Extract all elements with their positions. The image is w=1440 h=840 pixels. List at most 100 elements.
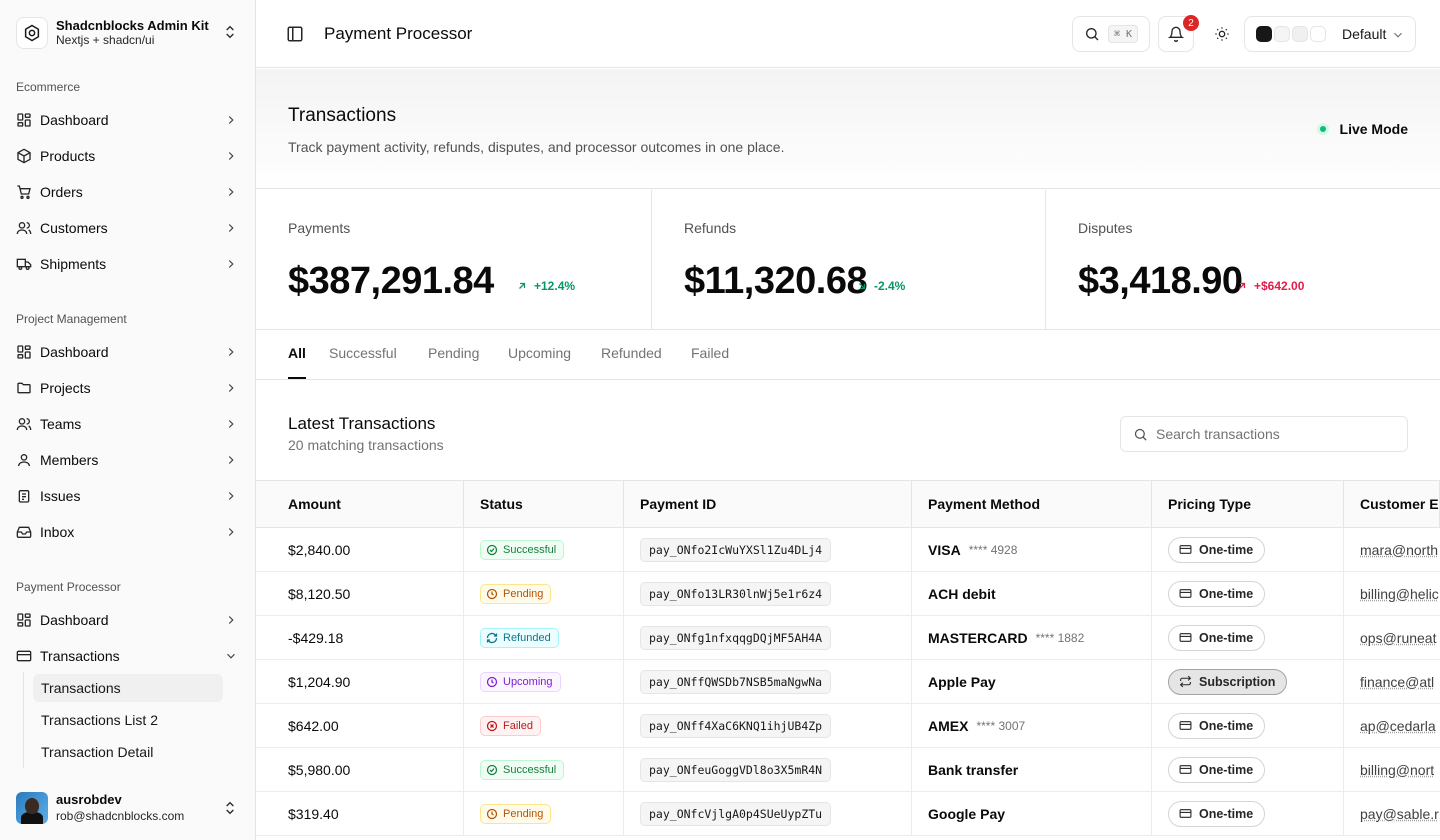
swatch-white bbox=[1310, 26, 1326, 42]
subnav-transaction-detail[interactable]: Transaction Detail bbox=[33, 738, 223, 766]
amount-cell: $8,120.50 bbox=[256, 572, 464, 615]
sidebar-item-shipments[interactable]: Shipments bbox=[8, 248, 248, 280]
payment-method-cell: VISA **** 4928 bbox=[912, 528, 1152, 571]
repeat-icon bbox=[1179, 675, 1199, 688]
stat-card-refunds: Refunds $11,320.68 -2.4% bbox=[652, 190, 1046, 330]
payment-id-chip[interactable]: pay_ONff4XaC6KNQ1ihjUB4Zp bbox=[640, 713, 832, 738]
payment-id-chip[interactable]: pay_ONfo2IcWuYXSl1Zu4DLj4 bbox=[640, 537, 832, 562]
pricing-type-label: One-time bbox=[1199, 718, 1254, 733]
sidebar-item-teams[interactable]: Teams bbox=[8, 408, 248, 440]
theme-toggle-button[interactable] bbox=[1204, 16, 1240, 52]
brand-switcher[interactable]: Shadcnblocks Admin Kit Nextjs + shadcn/u… bbox=[16, 16, 240, 50]
table-row[interactable]: $319.40 Pending pay_ONfcVjlgA0p4SUeUypZTu G… bbox=[256, 792, 1440, 836]
pricing-type-pill[interactable]: One-time bbox=[1168, 712, 1266, 739]
tab-upcoming[interactable]: Upcoming bbox=[508, 345, 571, 361]
search-input[interactable] bbox=[1156, 426, 1386, 442]
sidebar-item-customers[interactable]: Customers bbox=[8, 212, 248, 244]
customer-email-link[interactable]: pay@sable.r bbox=[1360, 806, 1439, 822]
payment-id-chip[interactable]: pay_ONfo13LR30lnWj5e1r6z4 bbox=[640, 581, 832, 606]
sidebar-toggle-icon[interactable] bbox=[286, 25, 304, 43]
table-subtitle: 20 matching transactions bbox=[288, 437, 444, 453]
x-circle-icon bbox=[486, 720, 503, 732]
active-tab-indicator bbox=[288, 377, 306, 379]
column-header-status[interactable]: Status bbox=[464, 481, 624, 527]
sidebar-item-transactions[interactable]: Transactions bbox=[8, 640, 248, 672]
column-header-pricing-type[interactable]: Pricing Type bbox=[1152, 481, 1344, 527]
customer-email-link[interactable]: billing@nort bbox=[1360, 762, 1434, 778]
sidebar-item-pp-dashboard[interactable]: Dashboard bbox=[8, 604, 248, 636]
amount-cell: $319.40 bbox=[256, 792, 464, 835]
payment-id-chip[interactable]: pay_ONfeuGoggVDl8o3X5mR4N bbox=[640, 757, 832, 782]
sidebar-item-pm-dashboard[interactable]: Dashboard bbox=[8, 336, 248, 368]
user-menu[interactable]: ausrobdev rob@shadcnblocks.com bbox=[16, 792, 240, 824]
column-header-customer-email[interactable]: Customer Em bbox=[1344, 481, 1440, 527]
tab-all[interactable]: All bbox=[288, 345, 306, 361]
pricing-type-pill[interactable]: Subscription bbox=[1168, 668, 1288, 695]
pricing-type-pill[interactable]: One-time bbox=[1168, 800, 1266, 827]
customer-email-link[interactable]: mara@north bbox=[1360, 542, 1438, 558]
table-row[interactable]: $1,204.90 Upcoming pay_ONffQWSDb7NSB5maNgw… bbox=[256, 660, 1440, 704]
pricing-type-pill[interactable]: One-time bbox=[1168, 580, 1266, 607]
brand-subtitle: Nextjs + shadcn/ui bbox=[56, 33, 155, 47]
sun-icon bbox=[1214, 26, 1230, 42]
column-header-amount[interactable]: Amount bbox=[256, 481, 464, 527]
subnav-transactions-list-2[interactable]: Transactions List 2 bbox=[33, 706, 223, 734]
status-label: Failed bbox=[503, 719, 533, 732]
tab-pending[interactable]: Pending bbox=[428, 345, 479, 361]
amount-cell: $642.00 bbox=[256, 704, 464, 747]
table-title: Latest Transactions bbox=[288, 414, 436, 433]
customer-email-cell: finance@atl bbox=[1344, 660, 1440, 703]
table-row[interactable]: $8,120.50 Pending pay_ONfo13LR30lnWj5e1r6z… bbox=[256, 572, 1440, 616]
payment-id-chip[interactable]: pay_ONfg1nfxqqgDQjMF5AH4A bbox=[640, 625, 832, 650]
table-row[interactable]: $2,840.00 Successful pay_ONfo2IcWuYXSl1Zu4… bbox=[256, 528, 1440, 572]
credit-card-icon bbox=[1179, 543, 1199, 556]
stat-value: $11,320.68 bbox=[684, 260, 868, 302]
subnav-transactions[interactable]: Transactions bbox=[33, 674, 223, 702]
pricing-type-pill[interactable]: One-time bbox=[1168, 756, 1266, 783]
sidebar-item-members[interactable]: Members bbox=[8, 444, 248, 476]
chevron-right-icon bbox=[224, 221, 238, 235]
table-row[interactable]: $642.00 Failed pay_ONff4XaC6KNQ1ihjUB4Zp AM… bbox=[256, 704, 1440, 748]
customer-email-link[interactable]: billing@helic bbox=[1360, 586, 1439, 602]
pricing-type-cell: One-time bbox=[1152, 792, 1344, 835]
payment-id-chip[interactable]: pay_ONfcVjlgA0p4SUeUypZTu bbox=[640, 801, 832, 826]
customer-email-link[interactable]: ap@cedarla bbox=[1360, 718, 1436, 734]
stat-value: $3,418.90 bbox=[1078, 260, 1243, 302]
package-icon bbox=[16, 148, 32, 164]
amount-cell: $5,980.00 bbox=[256, 748, 464, 791]
sidebar-item-orders[interactable]: Orders bbox=[8, 176, 248, 208]
credit-card-icon bbox=[1179, 719, 1199, 732]
pricing-type-cell: One-time bbox=[1152, 704, 1344, 747]
status-cell: Successful bbox=[464, 528, 624, 571]
sidebar-item-ecommerce-dashboard[interactable]: Dashboard bbox=[8, 104, 248, 136]
tab-refunded[interactable]: Refunded bbox=[601, 345, 662, 361]
transactions-search[interactable] bbox=[1120, 416, 1408, 452]
clock-icon bbox=[486, 808, 503, 820]
stat-delta-value: +$642.00 bbox=[1254, 279, 1305, 293]
pricing-type-pill[interactable]: One-time bbox=[1168, 536, 1266, 563]
command-search-button[interactable]: ⌘ K bbox=[1072, 16, 1150, 52]
sidebar-item-products[interactable]: Products bbox=[8, 140, 248, 172]
customer-email-link[interactable]: ops@runeat bbox=[1360, 630, 1436, 646]
column-header-payment-id[interactable]: Payment ID bbox=[624, 481, 912, 527]
check-circle-icon bbox=[486, 764, 503, 776]
payment-method-name: Google Pay bbox=[928, 805, 1006, 822]
sidebar-item-inbox[interactable]: Inbox bbox=[8, 516, 248, 548]
column-header-payment-method[interactable]: Payment Method bbox=[912, 481, 1152, 527]
sidebar-item-issues[interactable]: Issues bbox=[8, 480, 248, 512]
group-label-project-management: Project Management bbox=[16, 312, 127, 326]
notifications-button[interactable]: 2 bbox=[1158, 15, 1199, 52]
tab-failed[interactable]: Failed bbox=[691, 345, 729, 361]
table-row[interactable]: $5,980.00 Successful pay_ONfeuGoggVDl8o3X5… bbox=[256, 748, 1440, 792]
pricing-type-pill[interactable]: One-time bbox=[1168, 624, 1266, 651]
tab-successful[interactable]: Successful bbox=[329, 345, 397, 361]
sidebar-item-projects[interactable]: Projects bbox=[8, 372, 248, 404]
theme-preset-select[interactable]: Default bbox=[1244, 16, 1416, 52]
customer-email-link[interactable]: finance@atl bbox=[1360, 674, 1434, 690]
live-mode-indicator[interactable]: Live Mode bbox=[1316, 121, 1408, 137]
payment-id-chip[interactable]: pay_ONffQWSDb7NSB5maNgwNa bbox=[640, 669, 832, 694]
card-last4: **** 1882 bbox=[1035, 630, 1085, 645]
table-row[interactable]: -$429.18 Refunded pay_ONfg1nfxqqgDQjMF5AH4… bbox=[256, 616, 1440, 660]
payment-id-cell: pay_ONfo2IcWuYXSl1Zu4DLj4 bbox=[624, 528, 912, 571]
payment-method-name: AMEX bbox=[928, 717, 969, 734]
